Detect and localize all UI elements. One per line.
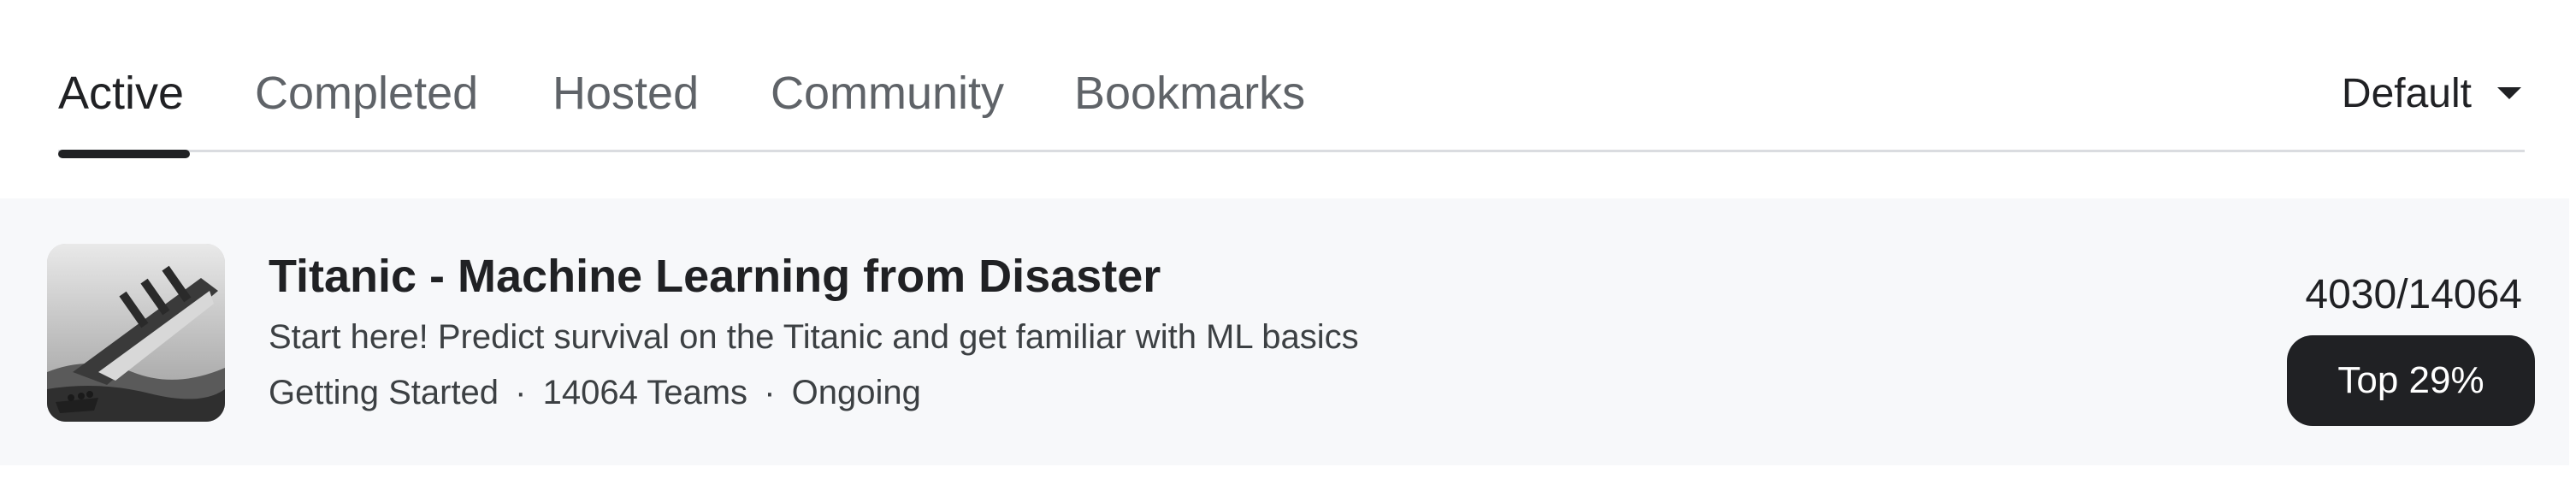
competition-meta: Getting Started · 14064 Teams · Ongoing (269, 374, 921, 412)
caret-down-icon (2497, 87, 2521, 99)
competition-title[interactable]: Titanic - Machine Learning from Disaster (269, 250, 1161, 303)
tab-bookmarks[interactable]: Bookmarks (1074, 34, 1305, 152)
sort-dropdown[interactable]: Default (2342, 34, 2525, 152)
tab-label: Hosted (552, 68, 700, 119)
competition-tabs: Active Completed Hosted Community Bookma… (58, 34, 2525, 158)
tab-hosted[interactable]: Hosted (552, 34, 699, 152)
tab-active[interactable]: Active (58, 34, 190, 158)
leaderboard-rank: 4030/14064 (2305, 272, 2522, 317)
tab-label: Bookmarks (1074, 68, 1306, 119)
competition-row[interactable]: Titanic - Machine Learning from Disaster… (0, 198, 2569, 465)
competition-description: Start here! Predict survival on the Tita… (269, 318, 1359, 356)
competition-category: Getting Started (269, 374, 499, 411)
active-tab-indicator (58, 150, 190, 158)
competition-status: Ongoing (791, 374, 921, 411)
titanic-thumbnail-icon (47, 244, 225, 422)
tab-completed[interactable]: Completed (255, 34, 478, 152)
tab-label: Community (771, 68, 1005, 119)
meta-separator: · (515, 374, 527, 411)
competitions-page: Active Completed Hosted Community Bookma… (0, 0, 2576, 479)
tab-community[interactable]: Community (771, 34, 1004, 152)
meta-separator: · (764, 374, 776, 411)
sort-value: Default (2341, 70, 2472, 116)
tab-label: Completed (255, 68, 479, 119)
competition-teams: 14064 Teams (542, 374, 748, 411)
percentile-badge: Top 29% (2287, 335, 2535, 426)
tab-label: Active (58, 68, 185, 119)
